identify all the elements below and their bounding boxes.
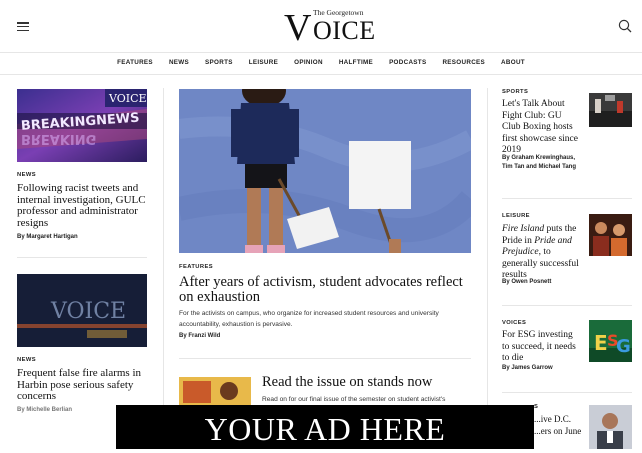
logo-v: V <box>284 7 312 49</box>
nav-sports[interactable]: SPORTS <box>197 52 241 74</box>
divider <box>502 305 632 306</box>
divider <box>17 257 147 258</box>
column-divider <box>163 88 164 449</box>
article-byline[interactable]: By Franzi Wild <box>179 332 220 341</box>
article-kicker[interactable]: NEWS <box>17 172 36 178</box>
article-thumbnail[interactable]: VOICE <box>17 274 147 347</box>
article-kicker[interactable]: LEISURE <box>502 213 530 219</box>
site-logo[interactable]: V The Georgetown OICE <box>284 7 375 49</box>
article-byline[interactable]: By Margaret Hartigan <box>17 233 78 242</box>
article-thumbnail[interactable] <box>589 93 632 127</box>
article-headline[interactable]: Let's Talk About Fight Club: GU Club Box… <box>502 99 582 157</box>
issue-text: Read on for our final issue of the semes… <box>262 396 446 403</box>
divider <box>502 392 632 393</box>
ad-banner[interactable]: YOUR AD HERE <box>116 405 534 449</box>
article-byline[interactable]: By Michelle Berlian <box>17 406 72 415</box>
article-byline[interactable]: By James Garrow <box>502 364 553 373</box>
article-kicker[interactable]: FEATURES <box>179 264 213 270</box>
article-headline[interactable]: Frequent false fire alarms in Harbin pos… <box>17 367 151 403</box>
article-thumbnail[interactable]: BREAKINGNEWS BREAKING VOICE <box>17 89 147 162</box>
nav-resources[interactable]: RESOURCES <box>434 52 493 74</box>
article-byline[interactable]: By Graham Krewinghaus, Tim Tan and Micha… <box>502 154 584 171</box>
svg-text:E: E <box>594 331 608 355</box>
site-header: V The Georgetown OICE <box>0 0 642 53</box>
svg-text:BREAKING: BREAKING <box>21 131 96 146</box>
article-kicker[interactable]: NEWS <box>17 357 36 363</box>
main-nav: FEATURES NEWS SPORTS LEISURE OPINION HAL… <box>0 52 642 75</box>
nav-news[interactable]: NEWS <box>161 52 197 74</box>
search-icon[interactable] <box>618 19 632 33</box>
nav-halftime[interactable]: HALFTIME <box>331 52 381 74</box>
article-kicker[interactable]: SPORTS <box>502 89 528 95</box>
article-thumbnail[interactable] <box>589 405 632 449</box>
divider <box>502 198 632 199</box>
voice-graphic-text: VOICE <box>50 299 126 324</box>
article-headline[interactable]: ...ive D.C. ...ers on June <box>534 414 582 437</box>
hamburger-menu-icon[interactable] <box>17 22 29 32</box>
article-thumbnail[interactable] <box>589 214 632 256</box>
featured-article-image[interactable] <box>179 89 471 253</box>
nav-about[interactable]: ABOUT <box>493 52 533 74</box>
nav-leisure[interactable]: LEISURE <box>241 52 286 74</box>
article-thumbnail[interactable]: E S G <box>589 320 632 362</box>
svg-text:VOICE: VOICE <box>108 92 147 105</box>
divider <box>179 358 471 359</box>
nav-opinion[interactable]: OPINION <box>286 52 331 74</box>
article-kicker[interactable]: S <box>534 404 538 410</box>
svg-text:G: G <box>616 336 631 357</box>
article-headline[interactable]: Following racist tweets and internal inv… <box>17 182 151 229</box>
nav-features[interactable]: FEATURES <box>109 52 161 74</box>
article-headline[interactable]: Fire Island puts the Pride in Pride and … <box>502 224 582 282</box>
nav-podcasts[interactable]: PODCASTS <box>381 52 434 74</box>
article-headline[interactable]: For ESG investing to succeed, it needs t… <box>502 330 582 365</box>
article-byline[interactable]: By Owen Posnett <box>502 278 551 287</box>
column-divider <box>487 88 488 449</box>
logo-oice: OICE <box>313 16 376 45</box>
article-kicker[interactable]: VOICES <box>502 320 526 326</box>
featured-dek: For the activists on campus, who organiz… <box>179 310 439 328</box>
featured-headline[interactable]: After years of activism, student advocat… <box>179 275 464 304</box>
issue-cover-thumbnail[interactable] <box>179 377 251 407</box>
issue-title[interactable]: Read the issue on stands now <box>262 374 432 390</box>
